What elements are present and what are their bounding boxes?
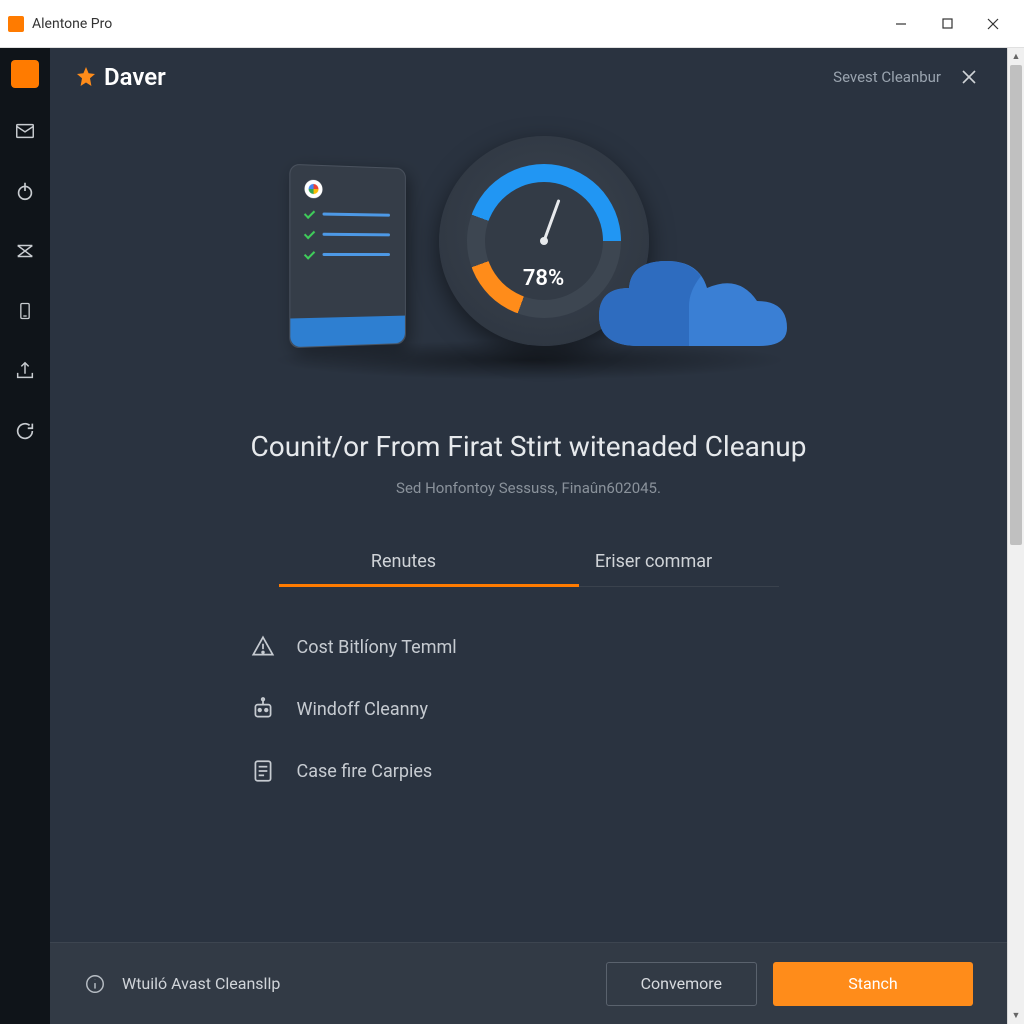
content-area: 78% Counit/or From Firat Stirt witenaded…: [50, 106, 1007, 942]
list-item[interactable]: Case fire Carpies: [249, 757, 809, 785]
button-label: Stanch: [848, 974, 897, 993]
primary-button[interactable]: Stanch: [773, 962, 973, 1006]
scrollbar[interactable]: ▲ ▼: [1007, 48, 1024, 1024]
phone-card-graphic: [289, 164, 406, 348]
page-subline: Sed Honfontoy Sessuss, Finaûn602045.: [396, 479, 661, 497]
page-headline: Counit/or From Firat Stirt witenaded Cle…: [251, 430, 807, 463]
header-right-label: Sevest Cleanbur: [833, 68, 941, 86]
document-icon: [249, 757, 277, 785]
hourglass-icon[interactable]: [8, 234, 42, 268]
upload-icon[interactable]: [8, 354, 42, 388]
scroll-down-icon[interactable]: ▼: [1008, 1007, 1024, 1024]
device-icon[interactable]: [8, 294, 42, 328]
list-item-label: Case fire Carpies: [297, 761, 433, 782]
main-header: Daver Sevest Cleanbur: [50, 48, 1007, 106]
scroll-up-icon[interactable]: ▲: [1008, 48, 1024, 65]
mail-icon[interactable]: [8, 114, 42, 148]
window-controls: [878, 4, 1016, 44]
app-icon: [8, 16, 24, 32]
main-panel: Daver Sevest Cleanbur: [50, 48, 1007, 1024]
sidebar: [0, 48, 50, 1024]
info-icon: [84, 973, 106, 995]
panel-close-icon[interactable]: [961, 69, 977, 85]
button-label: Convemore: [641, 974, 722, 993]
window-titlebar: Alentone Pro: [0, 0, 1024, 48]
close-button[interactable]: [970, 4, 1016, 44]
robot-icon: [249, 695, 277, 723]
refresh-icon[interactable]: [8, 414, 42, 448]
footer-label: Wtuiló Avast Cleansllp: [122, 974, 280, 993]
maximize-button[interactable]: [924, 4, 970, 44]
chrome-icon: [304, 180, 322, 199]
power-icon[interactable]: [8, 174, 42, 208]
hero-illustration: 78%: [269, 136, 789, 366]
window-title: Alentone Pro: [32, 16, 878, 32]
tabs: Renutes Eriser commar: [279, 551, 779, 587]
tab-label: Eriser commar: [595, 551, 712, 572]
tab-renutes[interactable]: Renutes: [279, 551, 529, 586]
list-item-label: Windoff Cleanny: [297, 699, 429, 720]
list-item-label: Cost Bitlíony Temml: [297, 637, 457, 658]
minimize-button[interactable]: [878, 4, 924, 44]
cloud-graphic: [589, 226, 789, 356]
list-item[interactable]: Windoff Cleanny: [249, 695, 809, 723]
cleanup-items-list: Cost Bitlíony Temml Windoff Cleanny Case…: [249, 633, 809, 825]
footer-bar: Wtuiló Avast Cleansllp Convemore Stanch: [50, 942, 1007, 1024]
brand-logo: Daver: [74, 63, 166, 91]
tab-label: Renutes: [371, 551, 436, 572]
star-icon: [74, 65, 98, 89]
list-item[interactable]: Cost Bitlíony Temml: [249, 633, 809, 661]
alert-icon: [249, 633, 277, 661]
secondary-button[interactable]: Convemore: [606, 962, 757, 1006]
tab-eriser[interactable]: Eriser commar: [529, 551, 779, 586]
brand-name: Daver: [104, 63, 166, 91]
sidebar-app-badge[interactable]: [11, 60, 39, 88]
scrollbar-thumb[interactable]: [1010, 65, 1022, 545]
